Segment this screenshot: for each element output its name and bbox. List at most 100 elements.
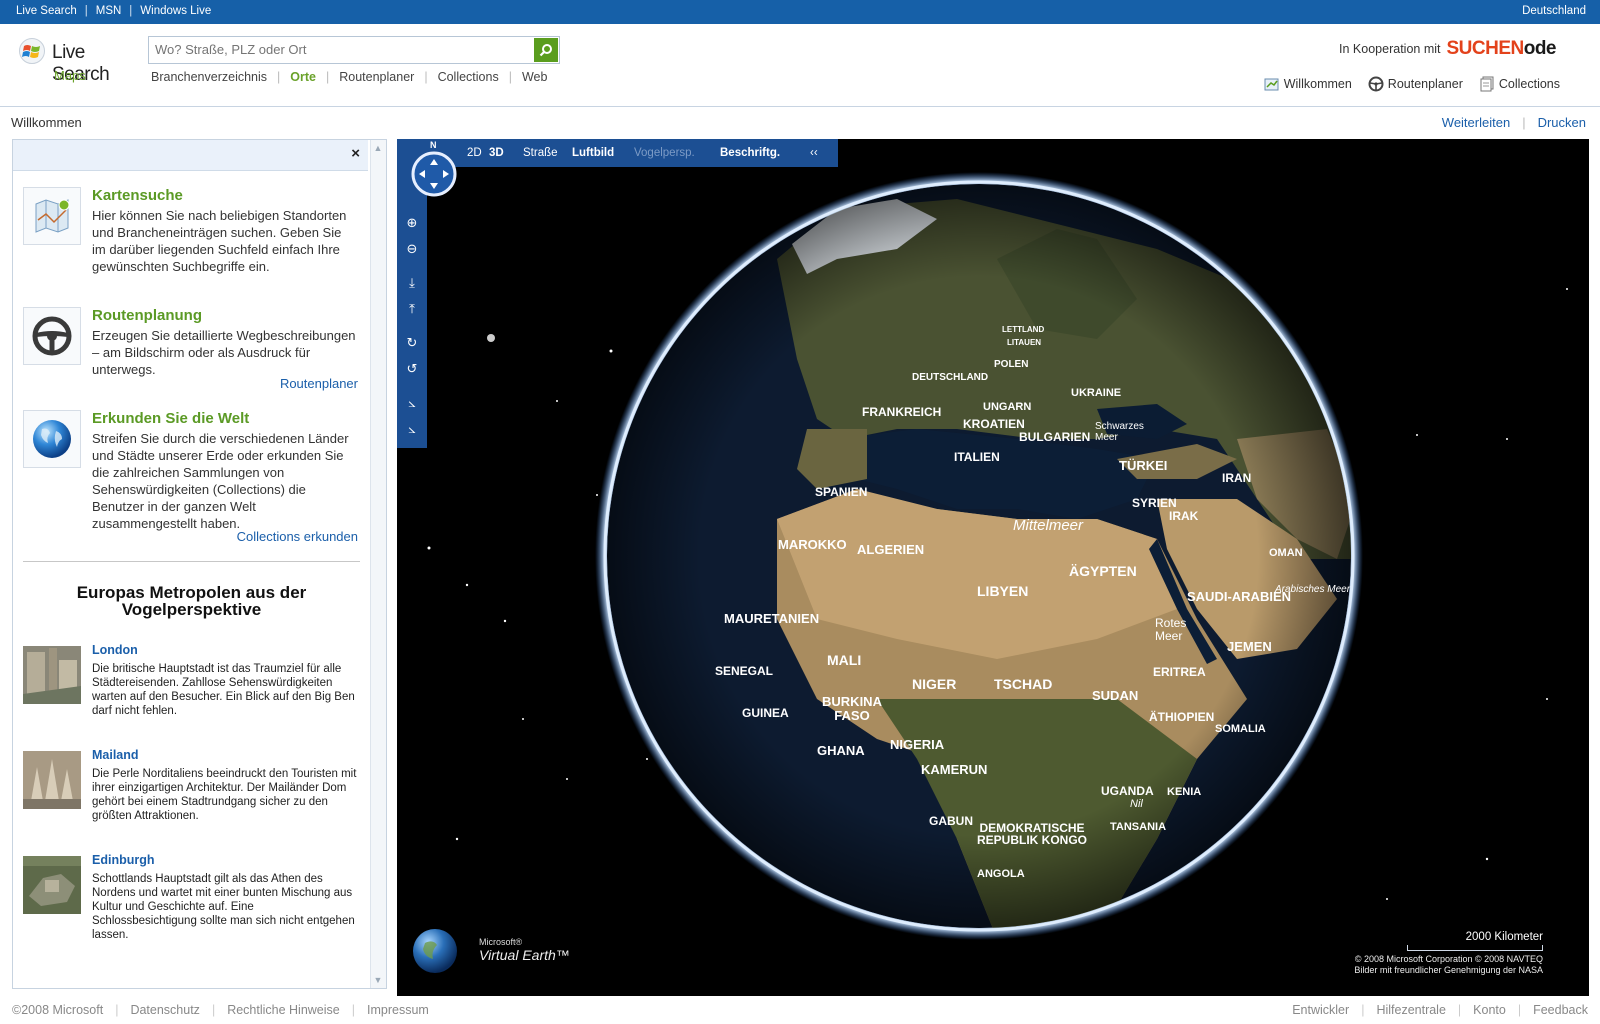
edinburgh-thumbnail[interactable] [23, 856, 81, 914]
map-label[interactable]: JEMEN [1227, 639, 1272, 654]
map-label[interactable]: KENIA [1167, 786, 1201, 798]
compass-icon[interactable] [411, 151, 457, 197]
routenplaner-link[interactable]: Routenplaner [280, 376, 358, 391]
map-label[interactable]: UKRAINE [1071, 387, 1121, 399]
luftbild-button[interactable]: Luftbild [572, 147, 614, 159]
map-label[interactable]: KAMERUN [921, 762, 987, 777]
footer-hilfezentrale[interactable]: Hilfezentrale [1376, 1003, 1445, 1017]
nav-orte[interactable]: Orte [290, 70, 316, 84]
map-label[interactable]: SOMALIA [1215, 723, 1266, 735]
region-link[interactable]: Deutschland [1522, 5, 1586, 17]
map-label[interactable]: LETTLAND [1002, 325, 1044, 334]
mailand-thumbnail[interactable] [23, 751, 81, 809]
suchenode-logo[interactable]: SUCHENode [1446, 38, 1556, 60]
city-name[interactable]: Edinburgh [92, 853, 155, 867]
map-label[interactable]: TÜRKEI [1119, 458, 1167, 473]
map-label[interactable]: NIGER [912, 676, 956, 692]
live-search-maps-logo[interactable]: Live Search Maps [16, 36, 136, 92]
panel-scrollbar[interactable]: ▲ ▼ [370, 140, 386, 988]
nav-routenplaner[interactable]: Routenplaner [339, 70, 414, 84]
map-label[interactable]: TSCHAD [994, 676, 1052, 692]
map-label[interactable]: SENEGAL [715, 664, 773, 678]
close-panel-button[interactable]: × [351, 145, 360, 162]
map-label[interactable]: GUINEA [742, 706, 789, 720]
tool-willkommen[interactable]: Willkommen [1264, 76, 1352, 92]
zoom-out-icon[interactable]: ⊖ [404, 241, 420, 257]
map-label[interactable]: Mittelmeer [1013, 517, 1083, 534]
map-label[interactable]: MAURETANIEN [724, 611, 819, 626]
scroll-up-icon[interactable]: ▲ [373, 143, 383, 153]
map-label[interactable]: POLEN [994, 359, 1028, 370]
map-label[interactable]: SUDAN [1092, 688, 1138, 703]
view-2d-button[interactable]: 2D [467, 147, 482, 159]
map-label[interactable]: SYRIEN [1132, 496, 1177, 510]
view-3d-button[interactable]: 3D [489, 147, 504, 159]
collapse-toolbar-button[interactable]: ‹‹ [810, 147, 818, 159]
map-label[interactable]: Arabisches Meer [1275, 584, 1350, 595]
footer-feedback[interactable]: Feedback [1533, 1003, 1588, 1017]
map-label[interactable]: IRAN [1222, 471, 1251, 485]
strasse-button[interactable]: Straße [523, 147, 558, 159]
map-label[interactable]: ÄGYPTEN [1069, 563, 1137, 579]
top-link-live-search[interactable]: Live Search [16, 5, 77, 17]
vogelperspektive-button[interactable]: Vogelpersp. [634, 147, 695, 159]
top-link-msn[interactable]: MSN [96, 5, 122, 17]
footer-impressum[interactable]: Impressum [367, 1003, 429, 1017]
map-label[interactable]: BULGARIEN [1019, 430, 1090, 444]
map-label[interactable]: ALGERIEN [857, 542, 924, 557]
beschriftung-button[interactable]: Beschriftg. [720, 147, 780, 159]
map-label[interactable]: NIGERIA [890, 737, 944, 752]
map-label[interactable]: ÄTHIOPIEN [1149, 710, 1214, 724]
tilt-up-icon[interactable]: ⤒ [404, 301, 420, 317]
map-label[interactable]: GABUN [929, 814, 973, 828]
map-label[interactable]: ITALIEN [954, 450, 1000, 464]
nav-web[interactable]: Web [522, 70, 547, 84]
pitch-down-icon[interactable]: ⦣ [404, 421, 420, 437]
pitch-up-icon[interactable]: ⦣ [404, 395, 420, 411]
city-name[interactable]: London [92, 643, 138, 657]
map-label[interactable]: Schwarzes Meer [1095, 421, 1155, 443]
footer-konto[interactable]: Konto [1473, 1003, 1506, 1017]
map-label[interactable]: DEUTSCHLAND [912, 372, 988, 383]
feature-title[interactable]: Erkunden Sie die Welt [92, 410, 249, 427]
map-label[interactable]: MALI [827, 652, 861, 668]
feature-title[interactable]: Routenplanung [92, 307, 202, 324]
feature-title[interactable]: Kartensuche [92, 187, 183, 204]
search-input[interactable] [149, 37, 531, 61]
map-label[interactable]: SPANIEN [815, 485, 867, 499]
nav-branchenverzeichnis[interactable]: Branchenverzeichnis [151, 70, 267, 84]
footer-entwickler[interactable]: Entwickler [1292, 1003, 1349, 1017]
drucken-link[interactable]: Drucken [1538, 115, 1586, 130]
map-label[interactable]: UNGARN [983, 401, 1031, 413]
rotate-right-icon[interactable]: ↻ [404, 335, 420, 351]
weiterleiten-link[interactable]: Weiterleiten [1442, 115, 1510, 130]
top-link-windows-live[interactable]: Windows Live [140, 5, 211, 17]
map-label[interactable]: TANSANIA [1110, 821, 1166, 833]
map-label[interactable]: KROATIEN [963, 417, 1025, 431]
map-label[interactable]: BURKINA FASO [812, 695, 892, 723]
tool-routenplaner[interactable]: Routenplaner [1368, 76, 1463, 92]
tool-collections[interactable]: Collections [1479, 76, 1560, 92]
footer-datenschutz[interactable]: Datenschutz [130, 1003, 199, 1017]
search-button[interactable] [534, 38, 558, 62]
nav-collections[interactable]: Collections [438, 70, 499, 84]
map-label[interactable]: ANGOLA [977, 868, 1025, 880]
map-label[interactable]: IRAK [1169, 509, 1198, 523]
collections-erkunden-link[interactable]: Collections erkunden [237, 529, 358, 544]
footer-rechtliche-hinweise[interactable]: Rechtliche Hinweise [227, 1003, 340, 1017]
tilt-down-icon[interactable]: ⤓ [404, 275, 420, 291]
scroll-down-icon[interactable]: ▼ [373, 975, 383, 985]
rotate-left-icon[interactable]: ↺ [404, 361, 420, 377]
map-label[interactable]: DEMOKRATISCHE REPUBLIK KONGO [972, 822, 1092, 846]
map-label[interactable]: Nil [1130, 798, 1143, 810]
map-label[interactable]: ERITREA [1153, 665, 1206, 679]
map-label[interactable]: Rotes Meer [1155, 617, 1195, 643]
map-label[interactable]: LIBYEN [977, 583, 1028, 599]
city-name[interactable]: Mailand [92, 748, 139, 762]
zoom-in-icon[interactable]: ⊕ [404, 215, 420, 231]
map-label[interactable]: MAROKKO [778, 537, 847, 552]
map-label[interactable]: OMAN [1269, 547, 1303, 559]
map-label[interactable]: FRANKREICH [862, 405, 941, 419]
map-label[interactable]: LITAUEN [1007, 338, 1041, 347]
map-label[interactable]: GHANA [817, 743, 865, 758]
